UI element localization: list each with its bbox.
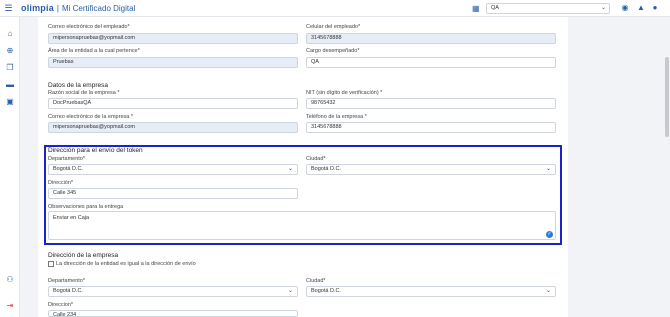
company-select[interactable]: QA ⌄ xyxy=(486,3,610,14)
company-address-title: Dirección de la empresa xyxy=(48,252,119,259)
employee-email-field[interactable]: mipersonapruebas@yopmail.com xyxy=(48,33,298,44)
same-address-checkbox[interactable] xyxy=(48,261,54,267)
scrollbar-thumb[interactable] xyxy=(665,57,669,137)
company-address-field[interactable]: Calle 234 xyxy=(48,310,298,317)
token-notes-label: Observaciones para la entrega xyxy=(48,204,124,210)
chevron-down-icon: ⌄ xyxy=(287,166,293,172)
area-label: Área de la entidad a la cual pertence* xyxy=(48,48,140,54)
area-field[interactable]: Pruebas xyxy=(48,57,298,68)
company-city-label: Ciudad* xyxy=(306,278,326,284)
employee-phone-field[interactable]: 3145678888 xyxy=(306,33,556,44)
token-department-value: Bogotá D.C. xyxy=(53,166,83,172)
company-department-label: Departamento* xyxy=(48,278,85,284)
company-department-value: Bogotá D.C. xyxy=(53,288,83,294)
add-circle-icon[interactable]: ⊕ xyxy=(5,46,15,56)
building-icon: ▦ xyxy=(472,4,480,13)
token-department-label: Departamento* xyxy=(48,156,85,162)
users-icon[interactable]: ⚇ xyxy=(5,275,15,285)
check-circle-icon: ✓ xyxy=(546,231,553,238)
company-department-select[interactable]: Bogotá D.C. ⌄ xyxy=(48,286,298,297)
token-city-value: Bogotá D.C. xyxy=(311,166,341,172)
chevron-down-icon: ⌄ xyxy=(545,288,551,294)
company-address-label: Direccion* xyxy=(48,302,74,308)
top-bar: ☰ olimpia | Mi Certificado Digital ▦ QA … xyxy=(0,0,670,17)
token-section-title: Dirección para el envío del token xyxy=(48,147,143,154)
company-email-label: Correo electrónico de la empresa * xyxy=(48,114,133,120)
company-city-select[interactable]: Bogotá D.C. ⌄ xyxy=(306,286,556,297)
token-address-field[interactable]: Calle 345 xyxy=(48,188,298,199)
bell-icon[interactable]: ▲ xyxy=(636,3,646,13)
copy-icon[interactable]: ❐ xyxy=(5,63,15,73)
home-icon[interactable]: ⌂ xyxy=(5,29,15,39)
token-address-label: Dirección* xyxy=(48,180,74,186)
company-select-value: QA xyxy=(491,5,499,11)
company-phone-field[interactable]: 3145678888 xyxy=(306,122,556,133)
chevron-down-icon: ⌄ xyxy=(600,5,606,11)
token-city-label: Ciudad* xyxy=(306,156,326,162)
help-icon[interactable]: ● xyxy=(650,3,660,13)
sidebar: ⌂ ⊕ ❐ ▬ ▣ ⚇ ⇥ xyxy=(0,17,20,317)
app-title: Mi Certificado Digital xyxy=(61,3,136,13)
company-name-label: Razón social de la empresa * xyxy=(48,90,120,96)
employee-phone-label: Celular del empleado* xyxy=(306,24,361,30)
nit-field[interactable]: 98765432 xyxy=(306,98,556,109)
logout-icon[interactable]: ⇥ xyxy=(5,301,15,311)
token-city-select[interactable]: Bogotá D.C. ⌄ xyxy=(306,164,556,175)
title-separator: | xyxy=(56,3,59,13)
chevron-down-icon: ⌄ xyxy=(545,166,551,172)
same-address-label: La dirección de la entidad es igual a la… xyxy=(56,261,196,267)
company-city-value: Bogotá D.C. xyxy=(311,288,341,294)
olimpia-logo: olimpia xyxy=(21,3,54,13)
token-notes-textarea[interactable]: Enviar en Caja xyxy=(48,211,556,240)
employee-email-label: Correo electrónico del empleado* xyxy=(48,24,130,30)
user-icon[interactable]: ◉ xyxy=(620,3,630,13)
folder-icon[interactable]: ▬ xyxy=(5,80,15,90)
company-name-field[interactable]: DocPruebasQA xyxy=(48,98,298,109)
page-scrollbar[interactable] xyxy=(664,17,670,317)
nit-label: NIT (sin dígito de verificación) * xyxy=(306,90,383,96)
company-phone-label: Teléfono de la empresa * xyxy=(306,114,367,120)
position-label: Cargo desempeñado* xyxy=(306,48,360,54)
position-field[interactable]: QA xyxy=(306,57,556,68)
company-section-title: Datos de la empresa xyxy=(48,82,108,89)
company-email-field[interactable]: mipersonapruebas@yopmail.com xyxy=(48,122,298,133)
contact-card-icon[interactable]: ▣ xyxy=(5,97,15,107)
chevron-down-icon: ⌄ xyxy=(287,288,293,294)
hamburger-menu-icon[interactable]: ☰ xyxy=(0,0,17,17)
token-notes-value: Enviar en Caja xyxy=(53,215,90,221)
token-department-select[interactable]: Bogotá D.C. ⌄ xyxy=(48,164,298,175)
